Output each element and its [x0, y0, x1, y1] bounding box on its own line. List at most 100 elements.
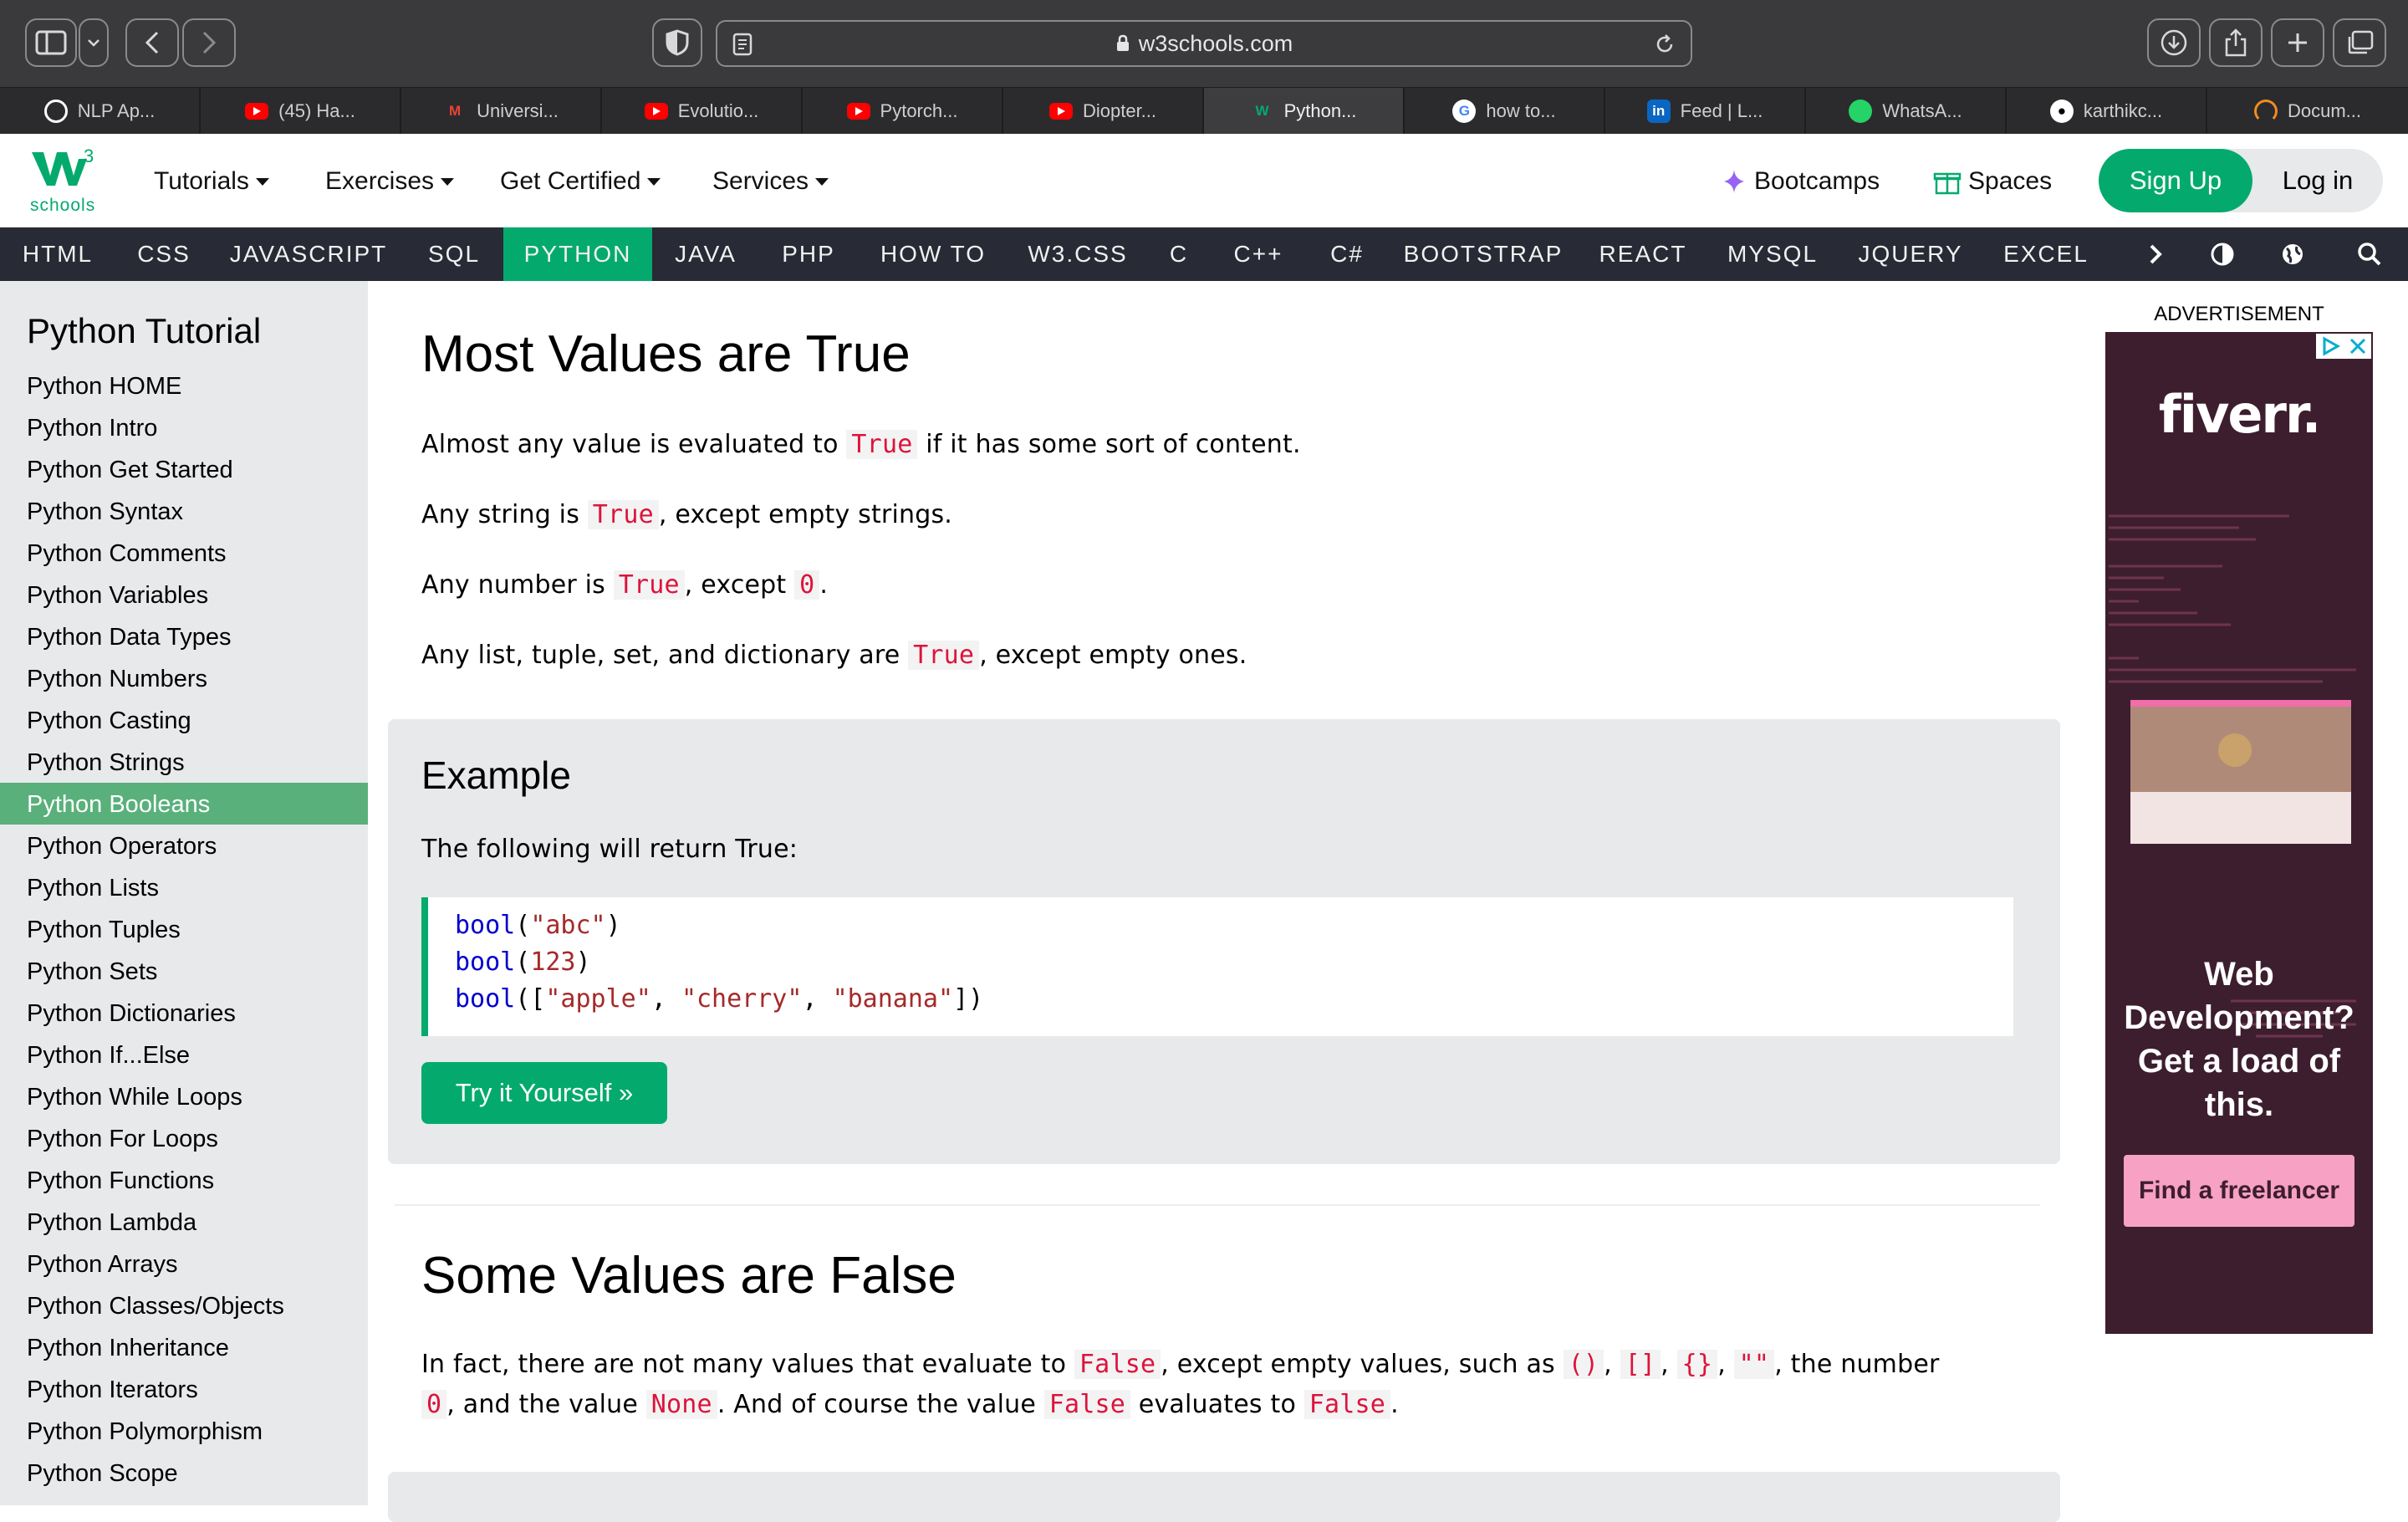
topnav-php[interactable]: PHP: [759, 227, 858, 281]
sidebar-item[interactable]: Python Intro: [27, 415, 157, 442]
sidebar-item[interactable]: Python Strings: [27, 749, 185, 777]
bootcamps-link[interactable]: Bootcamps: [1721, 167, 1880, 196]
sidebar-item[interactable]: Python Comments: [27, 540, 227, 568]
privacy-shield-button[interactable]: [652, 18, 702, 67]
menu-services[interactable]: Services: [712, 167, 829, 196]
topnav-bootstrap[interactable]: BOOTSTRAP: [1388, 227, 1579, 281]
topnav-java[interactable]: JAVA: [652, 227, 759, 281]
browser-tab[interactable]: in Feed | L...: [1605, 88, 1806, 135]
sidebar-item[interactable]: Python Operators: [27, 833, 217, 861]
sidebar-item[interactable]: Python Get Started: [27, 457, 233, 484]
downloads-button[interactable]: [2147, 18, 2201, 67]
topnav-how-to[interactable]: HOW TO: [858, 227, 1008, 281]
code-token: (: [515, 947, 531, 977]
share-button[interactable]: [2209, 18, 2263, 67]
dark-mode-toggle[interactable]: [2199, 227, 2246, 281]
w3schools-logo[interactable]: 3 schools: [25, 146, 105, 221]
menu-exercises[interactable]: Exercises: [325, 167, 455, 196]
ad-headline: Web Development? Get a load of this.: [2124, 956, 2354, 1123]
topnav-jquery[interactable]: JQUERY: [1838, 227, 1983, 281]
code-token: "abc": [530, 911, 606, 940]
search-button[interactable]: [2346, 227, 2393, 281]
sidebar-item[interactable]: Python Classes/Objects: [27, 1293, 284, 1320]
sidebar-item[interactable]: Python Dictionaries: [27, 1000, 236, 1028]
find-freelancer-button[interactable]: Find a freelancer: [2124, 1155, 2354, 1227]
sidebar-item[interactable]: Python Polymorphism: [27, 1418, 263, 1446]
reload-icon[interactable]: [1654, 33, 1676, 55]
inline-code: True: [846, 430, 918, 459]
topnav-mysql[interactable]: MYSQL: [1707, 227, 1838, 281]
sidebar-item[interactable]: Python Syntax: [27, 498, 183, 526]
code-line: bool("abc"): [455, 911, 621, 940]
sidebar-item[interactable]: Python Lists: [27, 875, 159, 902]
topnav-excel[interactable]: EXCEL: [1983, 227, 2109, 281]
back-button[interactable]: [125, 18, 179, 67]
sidebar-item[interactable]: Python For Loops: [27, 1126, 218, 1153]
text: , except empty strings.: [658, 500, 953, 529]
spaces-link[interactable]: Spaces: [1933, 167, 2052, 196]
topnav-sql[interactable]: SQL: [405, 227, 503, 281]
sign-up-button[interactable]: Sign Up: [2099, 149, 2252, 212]
topnav-csharp[interactable]: C#: [1306, 227, 1388, 281]
forward-button[interactable]: [182, 18, 236, 67]
sidebar-item[interactable]: Python Variables: [27, 582, 208, 610]
topnav-javascript[interactable]: JAVASCRIPT: [212, 227, 405, 281]
browser-tab[interactable]: Evolutio...: [602, 88, 803, 135]
sidebar-item[interactable]: Python Inheritance: [27, 1335, 229, 1362]
adchoices-icon[interactable]: [2316, 334, 2344, 359]
topnav-c[interactable]: C: [1147, 227, 1211, 281]
sidebar-item[interactable]: Python Arrays: [27, 1251, 178, 1279]
code-block: bool("abc") bool(123) bool(["apple", "cher…: [421, 897, 2013, 1036]
browser-tab[interactable]: Ghow to...: [1405, 88, 1605, 135]
log-in-button[interactable]: Log in: [2252, 149, 2383, 212]
sidebar-item[interactable]: Python While Loops: [27, 1084, 242, 1111]
sidebar-item[interactable]: Python Booleans: [27, 791, 210, 819]
browser-tab[interactable]: WhatsA...: [1806, 88, 2007, 135]
url-bar[interactable]: w3schools.com: [716, 20, 1692, 67]
sidebar-item[interactable]: Python Iterators: [27, 1376, 198, 1404]
sidebar-item[interactable]: Python Scope: [27, 1460, 178, 1488]
code-token: ,: [802, 984, 833, 1014]
menu-get-certified[interactable]: Get Certified: [500, 167, 661, 196]
sidebar-menu-button[interactable]: [79, 18, 109, 67]
sidebar-item[interactable]: Python Casting: [27, 707, 191, 735]
sidebar-item[interactable]: Python Tuples: [27, 917, 181, 944]
browser-tab[interactable]: (45) Ha...: [201, 88, 401, 135]
browser-tab-label: WhatsA...: [1882, 100, 1962, 121]
inline-code: False: [1074, 1350, 1161, 1379]
tab-overview-button[interactable]: [2333, 18, 2386, 67]
topnav-react[interactable]: REACT: [1579, 227, 1707, 281]
browser-tab[interactable]: W Python...: [1204, 88, 1405, 135]
topnav-cpp[interactable]: C++: [1211, 227, 1306, 281]
browser-tab[interactable]: NLP Ap...: [0, 88, 201, 135]
topnav-css[interactable]: CSS: [115, 227, 212, 281]
inline-code: []: [1620, 1350, 1661, 1379]
browser-tab[interactable]: M Universi...: [401, 88, 602, 135]
language-button[interactable]: [2269, 227, 2316, 281]
try-it-yourself-button[interactable]: Try it Yourself »: [421, 1062, 667, 1124]
topnav-html[interactable]: HTML: [0, 227, 115, 281]
topnav-w3css[interactable]: W3.CSS: [1008, 227, 1147, 281]
browser-tab[interactable]: ● karthikc...: [2007, 88, 2207, 135]
new-tab-button[interactable]: [2271, 18, 2324, 67]
browser-tab[interactable]: Diopter...: [1003, 88, 1204, 135]
advertisement-banner[interactable]: fiverr. Web Development? Get a load of t…: [2105, 332, 2373, 1334]
sidebar-item[interactable]: Python Lambda: [27, 1209, 196, 1237]
reader-icon[interactable]: [732, 33, 752, 56]
sidebar-item[interactable]: Python Sets: [27, 958, 157, 986]
browser-tab[interactable]: Docum...: [2207, 88, 2408, 135]
close-icon[interactable]: [2344, 334, 2371, 359]
sidebar-item[interactable]: Python Data Types: [27, 624, 232, 651]
sidebar-item[interactable]: Python HOME: [27, 373, 181, 401]
sidebar-item[interactable]: Python Functions: [27, 1167, 214, 1195]
code-token: "apple": [545, 984, 651, 1014]
browser-tab[interactable]: Pytorch...: [803, 88, 1003, 135]
sidebar-item[interactable]: Python Numbers: [27, 666, 207, 693]
topnav-python[interactable]: PYTHON: [503, 227, 652, 281]
sidebar-toggle-button[interactable]: [25, 18, 77, 67]
menu-tutorials[interactable]: Tutorials: [154, 167, 269, 196]
sidebar-item[interactable]: Python If...Else: [27, 1042, 190, 1070]
topnav-scroll-right[interactable]: [2130, 227, 2181, 281]
text: ,: [1604, 1350, 1620, 1379]
example-text: The following will return True:: [421, 835, 798, 864]
